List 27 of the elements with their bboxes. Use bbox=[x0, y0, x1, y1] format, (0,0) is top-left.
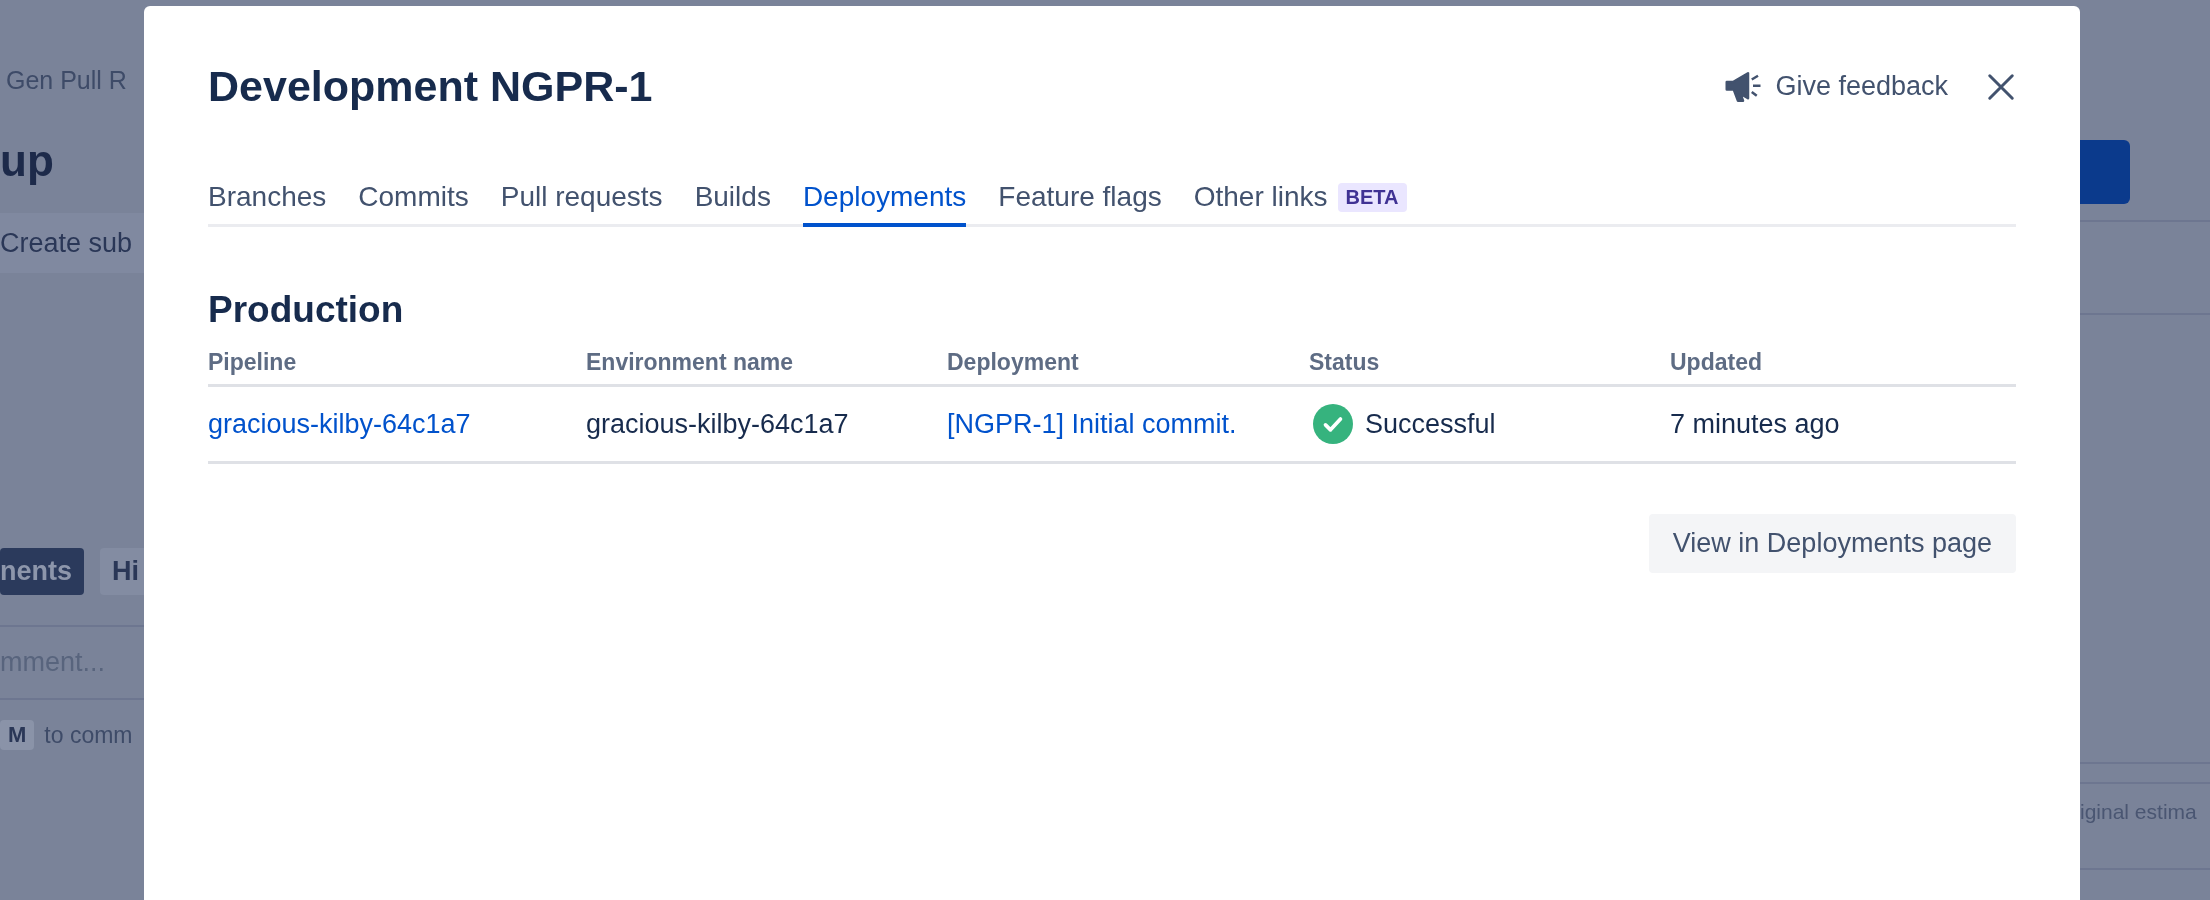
tab[interactable]: Commits bbox=[358, 181, 469, 227]
tab[interactable]: Other links BETA bbox=[1193, 181, 1407, 227]
table-cell-text: gracious-kilby-64c1a7 bbox=[586, 408, 850, 440]
column-header: Pipeline bbox=[208, 349, 298, 376]
dialog-title: Development NGPR-1 bbox=[208, 62, 653, 111]
deployment-link[interactable]: [NGPR-1] Initial commit. bbox=[947, 408, 1237, 439]
column-header: Status bbox=[1309, 349, 1381, 376]
pipeline-link[interactable]: gracious-kilby-64c1a7 bbox=[208, 408, 471, 439]
table-cell-text: 7 minutes ago bbox=[1670, 408, 1841, 440]
status-text: Successful bbox=[1365, 408, 1496, 440]
tab[interactable]: Pull requests bbox=[500, 181, 663, 227]
column-header: Updated bbox=[1670, 349, 1763, 376]
issue-title: up bbox=[0, 139, 54, 183]
tab[interactable]: Feature flags bbox=[998, 181, 1162, 227]
section-heading: Production bbox=[208, 289, 405, 331]
tab[interactable]: Branches bbox=[208, 181, 327, 227]
shortcut-hint: to comm bbox=[44, 721, 133, 749]
beta-badge: BETA bbox=[1337, 182, 1407, 212]
feedback-button[interactable]: Give feedback bbox=[1723, 66, 1948, 107]
tab[interactable]: Builds bbox=[694, 181, 771, 227]
view-deployments-button[interactable]: View in Deployments page bbox=[1648, 514, 2016, 573]
shortcut-key: M bbox=[0, 720, 35, 750]
column-header: Environment name bbox=[586, 349, 795, 376]
close-button[interactable] bbox=[1986, 71, 2016, 102]
column-header: Deployment bbox=[947, 349, 1080, 376]
activity-tab[interactable]: nents bbox=[0, 548, 84, 595]
tab[interactable]: Deployments bbox=[802, 181, 967, 227]
